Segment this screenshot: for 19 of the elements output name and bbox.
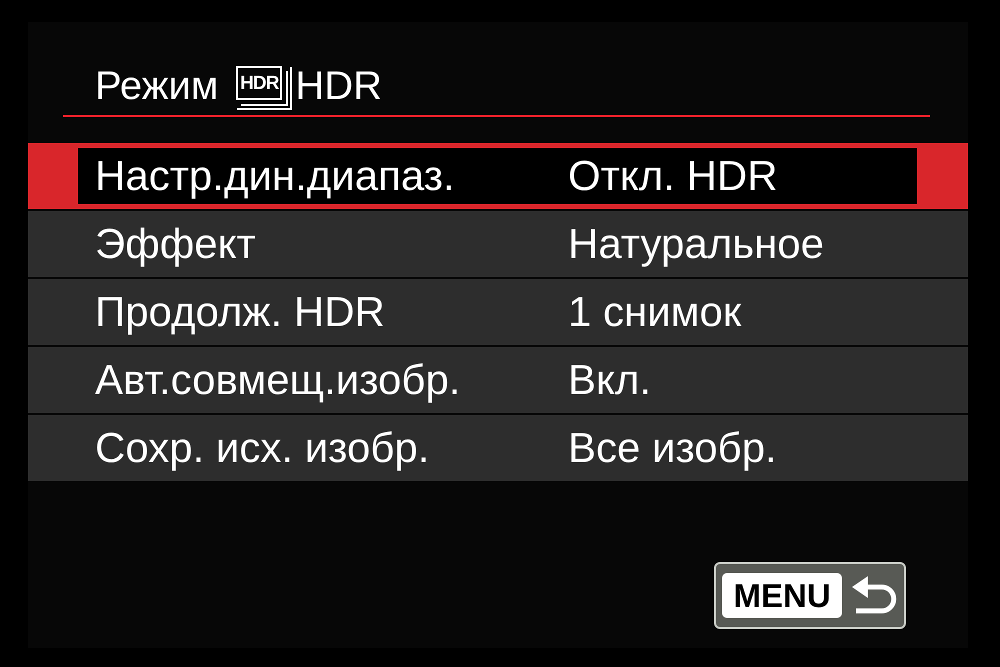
setting-label: Продолж. HDR [95, 291, 386, 333]
setting-value: Откл. HDR [568, 155, 778, 197]
setting-label: Эффект [95, 223, 257, 265]
settings-row[interactable]: Сохр. исх. изобр. Все изобр. [28, 415, 968, 481]
menu-back-button[interactable]: MENU [714, 562, 906, 629]
setting-value: Все изобр. [568, 427, 777, 469]
settings-row[interactable]: Авт.совмещ.изобр. Вкл. [28, 347, 968, 413]
setting-value: 1 снимок [568, 291, 742, 333]
setting-label: Сохр. исх. изобр. [95, 427, 430, 469]
setting-value: Вкл. [568, 359, 652, 401]
setting-value: Натуральное [568, 223, 824, 265]
settings-row[interactable]: Эффект Натуральное [28, 211, 968, 277]
settings-row[interactable]: Настр.дин.диапаз. Откл. HDR [28, 143, 968, 209]
setting-label: Настр.дин.диапаз. [95, 155, 456, 197]
screen-title: HDR [295, 66, 382, 106]
setting-label: Авт.совмещ.изобр. [95, 359, 462, 401]
settings-row[interactable]: Продолж. HDR 1 снимок [28, 279, 968, 345]
return-arrow-icon [852, 576, 898, 615]
screen-title: Режим [95, 66, 218, 106]
